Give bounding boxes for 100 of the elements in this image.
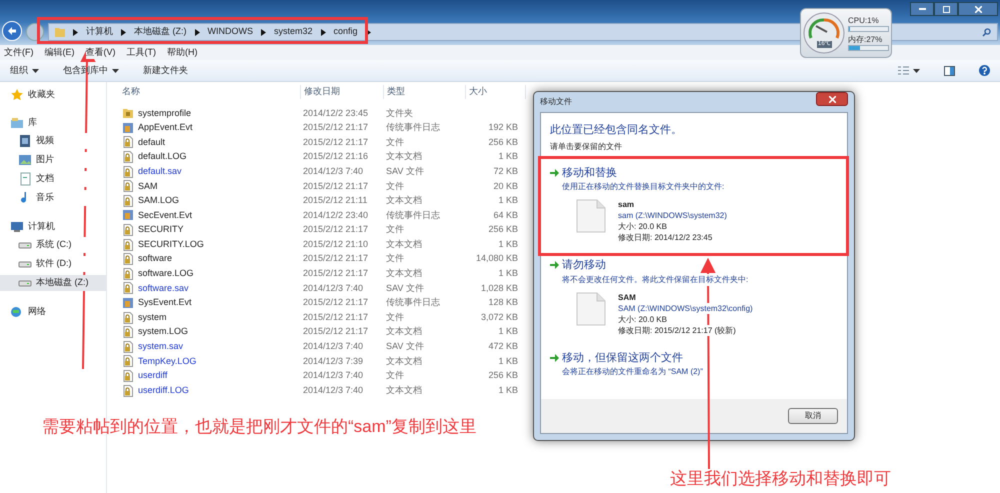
column-header[interactable]: 大小 <box>466 85 526 99</box>
chevron-icon <box>121 28 126 36</box>
right-arrow-icon <box>550 168 559 177</box>
annotation-text: 需要粘帖到的位置，也就是把刚才文件的“sam”复制到这里 <box>42 416 476 438</box>
date-cell-text: 2014/12/3 7:40 <box>302 164 364 178</box>
menu-item[interactable]: 查看(V) <box>86 46 116 60</box>
breadcrumb-item[interactable]: WINDOWS <box>208 25 253 39</box>
breadcrumb-item[interactable]: 本地磁盘 (Z:) <box>134 25 186 39</box>
file-row[interactable]: system.sav 2014/12/3 7:40 SAV 文件 472 KB <box>119 340 519 354</box>
breadcrumb-item[interactable]: system32 <box>274 25 313 39</box>
file-row[interactable]: SECURITY.LOG 2015/2/12 21:10 文本文档 1 KB <box>119 237 519 252</box>
file-name: SECURITY <box>138 223 184 236</box>
file-row[interactable]: userdiff.LOG 2014/12/3 7:40 文本文档 1 KB <box>119 383 519 398</box>
file-row[interactable]: userdiff 2014/12/3 7:40 文件 256 KB <box>119 368 519 384</box>
size-cell-text: 256 KB <box>487 136 518 149</box>
file-row[interactable]: SecEvent.Evt 2014/12/2 23:40 传统事件日志 64 KB <box>119 208 519 223</box>
help-button[interactable] <box>979 65 990 76</box>
size-cell-text: 256 KB <box>487 369 518 382</box>
navigation-item[interactable]: 库 <box>0 116 106 130</box>
breadcrumb-item[interactable]: 计算机 <box>86 25 113 39</box>
file-name: systemprofile <box>138 106 192 120</box>
file-row[interactable]: SAM.LOG 2015/2/12 21:11 文本文档 1 KB <box>119 194 519 208</box>
back-button[interactable] <box>2 21 22 41</box>
pane-icon <box>944 66 955 76</box>
file-row[interactable]: AppEvent.Evt 2015/2/12 21:17 传统事件日志 192 KB <box>119 120 519 136</box>
menu-item[interactable]: 编辑(E) <box>44 46 74 60</box>
chevron-icon <box>194 28 200 36</box>
date-cell-text: 2014/12/3 7:40 <box>302 340 364 354</box>
locked-file-icon <box>122 136 134 148</box>
locked-file-icon <box>122 180 134 192</box>
cancel-button[interactable]: 取消 <box>788 408 838 424</box>
maximize-button[interactable] <box>934 2 958 16</box>
file-name: SAM.LOG <box>138 194 180 208</box>
minimize-button[interactable] <box>910 2 934 16</box>
file-row[interactable]: system 2015/2/12 21:17 文件 3,072 KB <box>119 310 519 325</box>
search-icon <box>982 28 991 36</box>
column-header[interactable]: 类型 <box>384 85 466 99</box>
file-row[interactable]: software 2015/2/12 21:17 文件 14,080 KB <box>119 252 519 267</box>
menu-item[interactable]: 工具(T) <box>126 46 156 60</box>
toolbar-button[interactable]: 组织 <box>10 64 39 78</box>
file-row[interactable]: SAM 2015/2/12 21:17 文件 20 KB <box>119 178 519 194</box>
preview-pane-button[interactable] <box>944 66 955 76</box>
navigation-item[interactable]: 网络 <box>0 305 106 319</box>
column-header[interactable]: 名称 <box>119 85 301 99</box>
log-file-icon <box>122 209 134 222</box>
type-cell-text: 文件 <box>385 136 405 149</box>
gauge-drawing <box>803 12 845 54</box>
locked-file-icon <box>122 282 134 294</box>
navigation-item[interactable]: 收藏夹 <box>0 88 106 102</box>
locked-file-icon <box>122 194 134 207</box>
option-link[interactable]: 请勿移动 将不会更改任何文件。将此文件保留在目标文件夹中: SAM SAM (Z:\WINDOWS\system32\config) 大小: 20.0 KB 修改日期: 2015/2/12 21:17 (较新) <box>550 257 838 336</box>
option-link[interactable]: 移动和替换 使用正在移动的文件替换目标文件夹中的文件: sam sam (Z:\WINDOWS\system32) 大小: 20.0 KB 修改日期: 2014/12/2 23:45 <box>550 164 838 243</box>
dialog-subheading: 请单击要保留的文件 <box>550 140 623 152</box>
size-cell-text: 1 KB <box>497 354 518 368</box>
toolbar-button[interactable]: 新建文件夹 <box>143 64 188 78</box>
close-button[interactable] <box>816 92 848 106</box>
file-row[interactable]: systemprofile 2014/12/2 23:45 文件夹 <box>119 106 519 121</box>
file-name: TempKey.LOG <box>138 354 196 368</box>
navigation-item[interactable]: 本地磁盘 (Z:) <box>0 275 106 291</box>
file-row[interactable]: SysEvent.Evt 2015/2/12 21:17 传统事件日志 128 KB <box>119 296 519 310</box>
size-cell-text: 192 KB <box>487 121 518 134</box>
breadcrumb-item[interactable]: config <box>334 25 358 39</box>
date-cell-text: 2015/2/12 21:17 <box>302 310 370 324</box>
option-title: 移动，但保留这两个文件 <box>562 350 683 366</box>
file-row[interactable]: software.LOG 2015/2/12 21:17 文本文档 1 KB <box>119 266 519 282</box>
type-cell-text: 文本文档 <box>385 325 423 338</box>
file-name: system <box>138 310 167 324</box>
file-name: software.sav <box>138 282 189 295</box>
file-name: software.LOG <box>138 267 194 280</box>
size-cell-text: 64 KB <box>492 208 518 222</box>
file-row[interactable]: SECURITY 2015/2/12 21:17 文件 256 KB <box>119 222 519 238</box>
size-cell-text: 1 KB <box>497 267 518 280</box>
file-name: SAM <box>618 292 637 302</box>
type-cell-text: 文本文档 <box>385 150 423 164</box>
date-cell-text: 2015/2/12 21:10 <box>302 238 370 251</box>
date-cell-text: 2015/2/12 21:17 <box>302 252 370 266</box>
computer-icon <box>10 220 24 234</box>
file-row[interactable]: default.sav 2014/12/3 7:40 SAV 文件 72 KB <box>119 164 519 179</box>
file-row[interactable]: system.LOG 2015/2/12 21:17 文本文档 1 KB <box>119 324 519 340</box>
menu-item[interactable]: 帮助(H) <box>167 46 198 60</box>
chevron-icon <box>261 28 266 36</box>
doc-icon <box>18 172 32 186</box>
date-cell-text: 2015/2/12 21:17 <box>302 180 370 193</box>
date-cell-text: 2015/2/12 21:11 <box>302 194 368 208</box>
type-cell-text: 文本文档 <box>385 267 423 280</box>
view-button[interactable] <box>898 66 920 75</box>
column-header[interactable]: 修改日期 <box>301 85 384 99</box>
file-row[interactable]: software.sav 2014/12/3 7:40 SAV 文件 1,028 KB <box>119 281 519 296</box>
locked-file-icon <box>122 326 134 338</box>
menu-item[interactable]: 文件(F) <box>4 46 34 60</box>
close-button[interactable] <box>958 2 998 16</box>
file-row[interactable]: default.LOG 2015/2/12 21:16 文本文档 1 KB <box>119 150 519 164</box>
type-cell-text: SAV 文件 <box>385 282 425 295</box>
option-link[interactable]: 移动，但保留这两个文件 会将正在移动的文件重命名为 “SAM (2)” <box>550 350 838 378</box>
locked-file-icon <box>122 312 134 324</box>
file-row[interactable]: default 2015/2/12 21:17 文件 256 KB <box>119 135 519 150</box>
file-row[interactable]: TempKey.LOG 2014/12/3 7:39 文本文档 1 KB <box>119 354 519 369</box>
navigation-item[interactable]: 计算机 <box>0 220 106 234</box>
video-icon <box>18 134 32 148</box>
locked-file-icon <box>122 268 134 280</box>
